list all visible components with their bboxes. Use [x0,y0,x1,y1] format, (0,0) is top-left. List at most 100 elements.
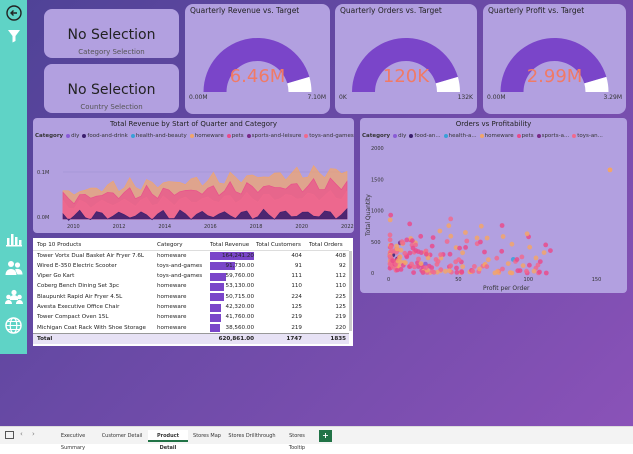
scatter-point[interactable] [448,233,454,239]
scatter-point[interactable] [390,258,396,263]
scatter-point[interactable] [460,264,466,269]
scatter-point[interactable] [548,248,553,254]
scatter-point[interactable] [448,216,454,222]
scatter-point[interactable] [514,257,520,262]
scatter-point[interactable] [472,264,477,269]
scatter-point[interactable] [446,223,452,229]
scatter-point[interactable] [519,254,525,260]
scatter-point[interactable] [607,167,613,173]
scatter-point[interactable] [505,261,511,266]
header-category[interactable]: Category [157,242,183,248]
tab-executive-summary[interactable]: Executive Summary [50,430,96,451]
scatter-point[interactable] [456,257,462,263]
tab-customer-detail[interactable]: Customer Detail [101,430,143,442]
bar-chart-icon[interactable] [4,229,23,248]
scatter-point[interactable] [418,233,424,239]
scatter-point[interactable] [407,250,413,256]
scatter-point[interactable] [477,266,482,272]
scatter-point[interactable] [515,268,521,274]
scatter-point[interactable] [387,217,393,223]
scatter-point[interactable] [527,262,532,268]
scatter-point[interactable] [418,261,424,266]
scatter-point[interactable] [482,249,487,255]
scatter-point[interactable] [463,245,468,250]
next-page-icon[interactable]: › [32,430,35,438]
header-orders[interactable]: Total Orders [309,242,343,248]
scatter-point[interactable] [404,237,410,243]
scatter-point[interactable] [541,250,547,256]
scatter-point[interactable] [524,268,529,274]
table-scrollbar[interactable] [349,251,352,331]
scatter-point[interactable] [537,269,542,275]
scatter-point[interactable] [447,251,453,257]
filter-icon[interactable] [4,26,23,45]
scatter-point[interactable] [484,264,490,269]
scatter-point[interactable] [499,223,505,228]
scatter-point[interactable] [478,239,483,245]
scatter-point[interactable] [409,261,414,267]
scatter-point[interactable] [500,234,506,239]
scatter-point[interactable] [486,257,491,263]
scatter-point[interactable] [398,267,404,272]
scatter-point[interactable] [478,223,484,229]
scatter-point[interactable] [409,238,415,244]
scatter-point[interactable] [460,250,465,256]
table-row[interactable]: Tower Compact Oven 15L homeware 41,760.00 2… [33,313,349,324]
scatter-point[interactable] [543,270,549,276]
scatter-point[interactable] [524,231,530,237]
country-slicer[interactable]: No Selection Country Selection [44,64,179,113]
scatter-point[interactable] [444,239,450,244]
scatter-point[interactable] [403,260,408,266]
people-icon[interactable] [4,258,23,277]
scatter-point[interactable] [509,241,515,247]
tab-product-detail[interactable]: Product Detail [148,430,188,451]
scatter-point[interactable] [457,245,462,251]
scatter-point[interactable] [416,256,421,262]
table-row[interactable]: Coberg Bench Dining Set 3pc homeware 53,13… [33,282,349,293]
scatter-point[interactable] [438,252,443,258]
scatter-point[interactable] [434,261,440,267]
scatter-point[interactable] [398,247,404,253]
group-icon[interactable] [4,287,23,306]
scatter-point[interactable] [520,263,526,268]
scatter-point[interactable] [533,255,539,261]
scatter-point[interactable] [420,270,426,275]
scatter-point[interactable] [507,270,513,276]
scatter-point[interactable] [387,232,393,238]
scatter-point[interactable] [430,235,436,240]
tab-stores-tooltip[interactable]: Stores Tooltip [281,430,313,451]
scatter-point[interactable] [407,221,413,227]
scatter-point[interactable] [400,240,406,246]
header-product[interactable]: Top 10 Products [37,242,81,248]
globe-icon[interactable] [4,316,23,335]
table-row[interactable]: Blaupunkt Rapid Air Fryer 4.5L homeware 50… [33,292,349,303]
table-row[interactable]: Wired E-350 Electric Scooter toys-and-gam… [33,261,349,272]
scatter-point[interactable] [543,242,549,248]
scatter-point[interactable] [484,235,490,241]
scatter-point[interactable] [423,265,429,271]
scatter-point[interactable] [527,244,533,250]
scatter-point[interactable] [443,268,448,274]
tab-stores-map[interactable]: Stores Map [193,430,221,442]
scatter-point[interactable] [387,254,393,259]
header-revenue[interactable]: Total Revenue [210,242,249,248]
scatter-point[interactable] [495,269,500,274]
category-slicer[interactable]: No Selection Category Selection [44,9,179,58]
scatter-point[interactable] [388,244,394,250]
header-customers[interactable]: Total Customers [256,242,301,248]
scatter-point[interactable] [429,243,435,249]
scatter-point[interactable] [474,235,480,241]
scatter-point[interactable] [454,270,460,275]
scatter-point[interactable] [448,263,454,269]
scatter-point[interactable] [410,245,416,251]
scatter-point[interactable] [531,268,537,274]
scatter-point[interactable] [463,230,468,235]
scatter-point[interactable] [388,212,394,218]
scatter-point[interactable] [395,258,401,264]
scatter-point[interactable] [470,268,476,274]
table-row[interactable]: Avesta Executive Office Chair homeware 42,… [33,303,349,314]
scatter-point[interactable] [464,238,470,244]
scatter-point[interactable] [431,269,437,275]
scatter-point[interactable] [499,248,505,254]
scatter-point[interactable] [387,237,393,243]
